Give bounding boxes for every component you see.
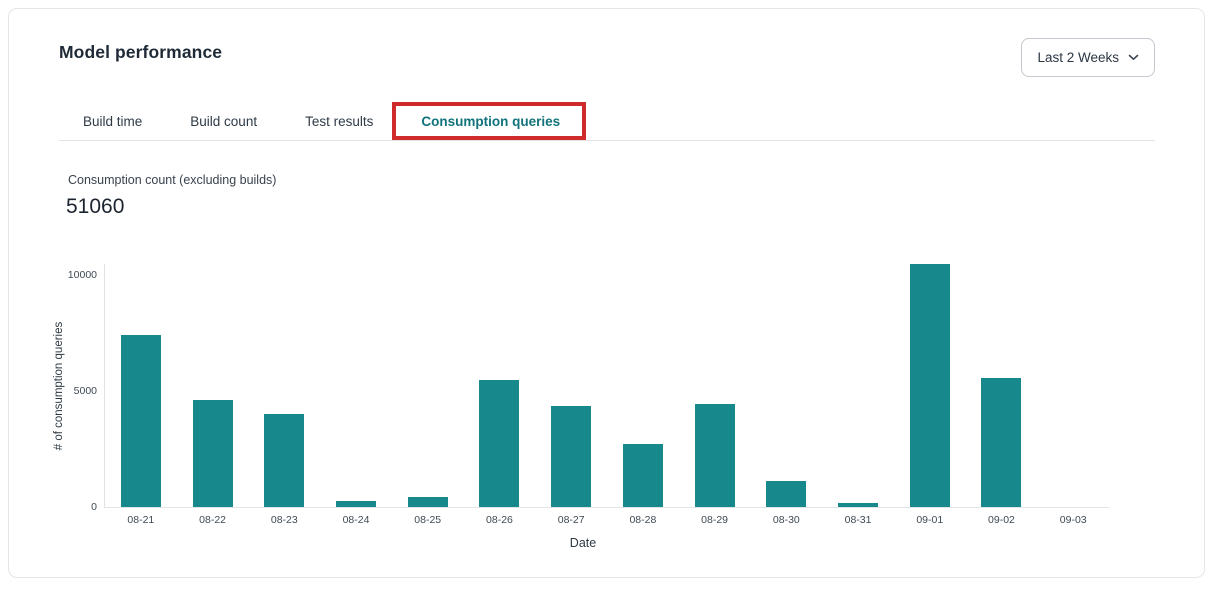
x-tick-label: 08-28 — [607, 514, 679, 526]
bar-08-30[interactable] — [766, 481, 806, 507]
bar-08-22[interactable] — [193, 400, 233, 507]
y-tick-label: 10000 — [68, 269, 97, 281]
chevron-down-icon — [1128, 54, 1139, 61]
x-tick-label: 08-27 — [535, 514, 607, 526]
date-range-value: Last 2 Weeks — [1037, 50, 1119, 65]
metric-label: Consumption count (excluding builds) — [68, 173, 276, 187]
tab-test-results[interactable]: Test results — [281, 102, 397, 140]
tab-label: Consumption queries — [421, 114, 560, 129]
model-performance-card: Model performance Last 2 Weeks Build tim… — [8, 8, 1205, 578]
x-tick-label: 09-03 — [1037, 514, 1109, 526]
bar-09-02[interactable] — [981, 378, 1021, 507]
bar-08-29[interactable] — [695, 404, 735, 507]
tab-build-time[interactable]: Build time — [59, 102, 166, 140]
tab-bar: Build time Build count Test results Cons… — [59, 102, 1155, 141]
bar-slot — [822, 264, 894, 507]
tab-label: Test results — [305, 114, 373, 129]
bar-08-26[interactable] — [479, 380, 519, 507]
bar-slot — [535, 264, 607, 507]
bar-08-28[interactable] — [623, 444, 663, 507]
bar-08-31[interactable] — [838, 503, 878, 507]
x-tick-label: 08-29 — [679, 514, 751, 526]
x-labels: 08-2108-2208-2308-2408-2508-2608-2708-28… — [105, 514, 1109, 526]
x-tick-label: 08-26 — [464, 514, 536, 526]
x-tick-label: 09-02 — [966, 514, 1038, 526]
bar-slot — [607, 264, 679, 507]
x-tick-label: 08-21 — [105, 514, 177, 526]
x-tick-label: 09-01 — [894, 514, 966, 526]
bar-slot — [248, 264, 320, 507]
y-axis-title: # of consumption queries — [53, 321, 65, 450]
tab-build-count[interactable]: Build count — [166, 102, 281, 140]
bar-slot — [894, 264, 966, 507]
metric-value: 51060 — [66, 195, 124, 219]
bar-slot — [1037, 264, 1109, 507]
bar-slot — [966, 264, 1038, 507]
bar-08-24[interactable] — [336, 501, 376, 507]
x-tick-label: 08-23 — [248, 514, 320, 526]
tab-consumption-queries[interactable]: Consumption queries — [397, 102, 584, 140]
consumption-queries-bar-chart: # of consumption queries 08-2108-2208-23… — [104, 264, 1109, 508]
tab-label: Build count — [190, 114, 257, 129]
tab-label: Build time — [83, 114, 142, 129]
bar-slot — [177, 264, 249, 507]
bars — [105, 264, 1109, 507]
x-axis-title: Date — [81, 536, 1085, 550]
bar-slot — [679, 264, 751, 507]
x-tick-label: 08-30 — [750, 514, 822, 526]
y-tick-label: 0 — [91, 501, 97, 513]
bar-08-25[interactable] — [408, 497, 448, 507]
bar-slot — [392, 264, 464, 507]
page-title: Model performance — [59, 42, 222, 63]
bar-08-21[interactable] — [121, 335, 161, 507]
bar-slot — [750, 264, 822, 507]
y-tick-label: 5000 — [74, 385, 97, 397]
x-tick-label: 08-25 — [392, 514, 464, 526]
x-tick-label: 08-31 — [822, 514, 894, 526]
x-tick-label: 08-24 — [320, 514, 392, 526]
bar-09-01[interactable] — [910, 264, 950, 507]
x-tick-label: 08-22 — [177, 514, 249, 526]
bar-08-23[interactable] — [264, 414, 304, 507]
bar-slot — [320, 264, 392, 507]
bar-slot — [464, 264, 536, 507]
bar-08-27[interactable] — [551, 406, 591, 507]
date-range-dropdown[interactable]: Last 2 Weeks — [1021, 38, 1155, 77]
bar-slot — [105, 264, 177, 507]
